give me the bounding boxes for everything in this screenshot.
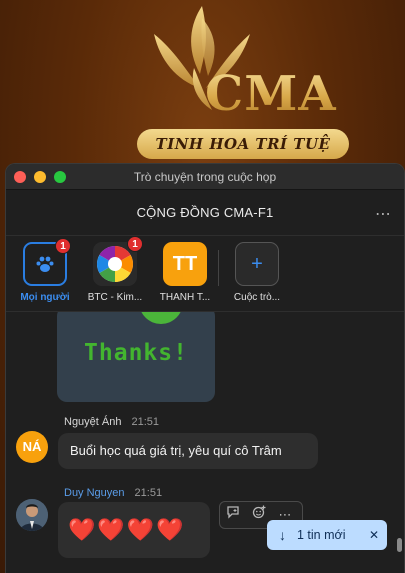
brand-logo-text: CMA	[205, 66, 337, 122]
conversation-tabs: 1 Mọi người 1 BTC - Kim... TT THANH T...…	[6, 236, 404, 312]
thanks-sticker: Thanks!	[57, 312, 215, 402]
sender-name: Nguyệt Ánh	[64, 416, 122, 428]
sticker-text: Thanks!	[84, 340, 188, 366]
unread-badge: 1	[55, 238, 71, 254]
message-time: 21:51	[131, 416, 160, 428]
new-messages-pill[interactable]: ↓ 1 tin mới ✕	[267, 520, 387, 550]
message-bubble: ❤️❤️❤️❤️	[58, 502, 210, 558]
message-list: Thanks! Nguyệt Ánh 21:51 NÁ Buổi học quá …	[6, 312, 404, 573]
unread-badge: 1	[127, 236, 143, 252]
reply-icon[interactable]	[220, 502, 246, 528]
chat-header: CỘNG ĐỒNG CMA-F1 ⋯	[6, 190, 404, 236]
message-bubble: Buổi học quá giá trị, yêu quí cô Trâm	[58, 433, 318, 469]
tab-label: BTC - Kim...	[87, 292, 143, 303]
new-messages-label: 1 tin mới	[297, 528, 346, 542]
sender-name: Duy Nguyen	[64, 487, 125, 499]
scrollbar[interactable]	[397, 538, 402, 552]
tab-thanh-t[interactable]: TT THANH T...	[150, 236, 220, 303]
tab-divider	[218, 250, 219, 286]
plus-icon[interactable]: +	[235, 242, 279, 286]
arrow-down-icon: ↓	[279, 527, 286, 543]
avatar[interactable]: TT	[163, 242, 207, 286]
brand-tagline: TINH HOA TRÍ TUỆ	[137, 129, 349, 159]
background-branding: CMA TINH HOA TRÍ TUỆ	[0, 0, 405, 165]
avatar[interactable]	[16, 499, 48, 531]
more-options-icon[interactable]: ⋯	[375, 204, 392, 224]
tab-tile-btc[interactable]: 1	[93, 236, 143, 286]
android-head-icon	[139, 312, 183, 324]
tab-tile-everyone[interactable]: 1	[23, 238, 71, 286]
message-sender: Duy Nguyen 21:51	[64, 487, 162, 499]
tab-label: Cuộc trò...	[233, 292, 281, 303]
chat-name: CỘNG ĐỒNG CMA-F1	[136, 205, 274, 220]
message-time: 21:51	[134, 487, 163, 499]
message-sender: Nguyệt Ánh 21:51	[64, 416, 159, 428]
tab-label: THANH T...	[159, 292, 211, 303]
user-photo-icon	[16, 499, 48, 531]
title-bar: Trò chuyện trong cuộc họp	[6, 164, 404, 190]
tab-new-conversation[interactable]: + Cuộc trò...	[222, 236, 292, 303]
close-icon[interactable]: ✕	[369, 520, 379, 550]
avatar[interactable]: NÁ	[16, 431, 48, 463]
tab-btc-kim[interactable]: 1 BTC - Kim...	[80, 236, 150, 303]
people-icon	[36, 256, 54, 272]
tab-everyone[interactable]: 1 Mọi người	[10, 236, 80, 303]
tab-label: Mọi người	[20, 292, 70, 303]
chat-window: Trò chuyện trong cuộc họp CỘNG ĐỒNG CMA-…	[5, 163, 405, 573]
window-title: Trò chuyện trong cuộc họp	[133, 170, 277, 184]
